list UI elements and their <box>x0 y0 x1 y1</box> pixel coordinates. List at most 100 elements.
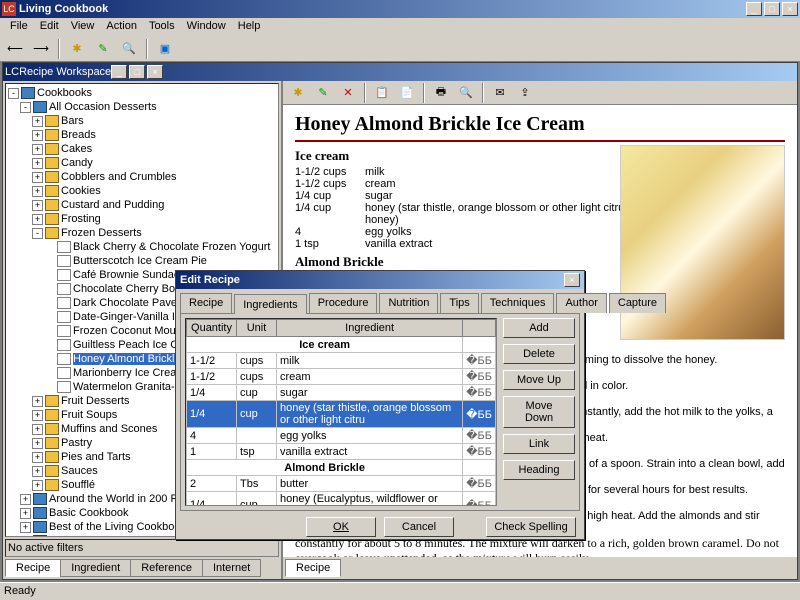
menu-tools[interactable]: Tools <box>143 18 181 36</box>
left-tab-reference[interactable]: Reference <box>130 559 203 577</box>
r-paste-icon[interactable]: 📄 <box>396 82 418 104</box>
dialog-titlebar[interactable]: Edit Recipe × <box>176 271 584 289</box>
ws-minimize-button[interactable]: _ <box>111 65 127 79</box>
workspace-titlebar: LC Recipe Workspace _ □ × <box>3 63 797 81</box>
menu-action[interactable]: Action <box>100 18 143 36</box>
tree-item[interactable]: +Candy <box>8 156 276 170</box>
dlg-tab-capture[interactable]: Capture <box>609 293 666 313</box>
cancel-button[interactable]: Cancel <box>384 517 454 537</box>
tree-item[interactable]: +Custard and Pudding <box>8 198 276 212</box>
app-icon: LC <box>2 2 16 16</box>
dlg-tab-author[interactable]: Author <box>556 293 606 313</box>
link-icon[interactable]: �ББ <box>463 401 496 428</box>
ok-button[interactable]: OK <box>306 517 376 537</box>
grid-row[interactable]: 1/4cuphoney (star thistle, orange blosso… <box>187 401 496 428</box>
link-icon[interactable] <box>463 337 496 353</box>
link-icon[interactable]: �ББ <box>463 369 496 385</box>
menu-file[interactable]: File <box>4 18 34 36</box>
r-email-icon[interactable]: ✉ <box>489 82 511 104</box>
maximize-button[interactable]: □ <box>764 2 780 16</box>
new-recipe-button[interactable]: ✱ <box>66 38 88 60</box>
r-copy-icon[interactable]: 📋 <box>371 82 393 104</box>
r-delete-icon[interactable]: ✕ <box>337 82 359 104</box>
grid-row[interactable]: Ice cream <box>187 337 496 353</box>
move-up-button[interactable]: Move Up <box>503 370 575 390</box>
dialog-side-buttons: Add Delete Move Up Move Down Link Heading <box>503 318 575 506</box>
tree-item[interactable]: Black Cherry & Chocolate Frozen Yogurt <box>8 240 276 254</box>
dlg-tab-nutrition[interactable]: Nutrition <box>379 293 438 313</box>
dlg-tab-procedure[interactable]: Procedure <box>309 293 378 313</box>
grid-row[interactable]: 2Tbsbutter�ББ <box>187 476 496 492</box>
link-button[interactable]: Link <box>503 434 575 454</box>
r-print-icon[interactable]: 🖶 <box>430 82 452 104</box>
check-spelling-button[interactable]: Check Spelling <box>486 517 576 537</box>
grid-row[interactable]: 1tspvanilla extract�ББ <box>187 444 496 460</box>
statusbar: Ready <box>0 582 800 600</box>
link-icon[interactable]: �ББ <box>463 492 496 507</box>
save-button[interactable]: ✎ <box>92 38 114 60</box>
forward-button[interactable]: ⟶ <box>30 38 52 60</box>
delete-button[interactable]: Delete <box>503 344 575 364</box>
move-down-button[interactable]: Move Down <box>503 396 575 428</box>
link-icon[interactable]: �ББ <box>463 444 496 460</box>
heading-button[interactable]: Heading <box>503 460 575 480</box>
recipe-toolbar: ✱ ✎ ✕ 📋 📄 🖶 🔍 ✉ ⇪ <box>283 81 797 105</box>
dialog-tabs: RecipeIngredientsProcedureNutritionTipsT… <box>176 289 584 313</box>
grid-row[interactable]: 1/4cuphoney (Eucalyptus, wildflower or o… <box>187 492 496 507</box>
minimize-button[interactable]: _ <box>746 2 762 16</box>
props-button[interactable]: ▣ <box>154 38 176 60</box>
tree-item[interactable]: +Cakes <box>8 142 276 156</box>
link-icon[interactable] <box>463 460 496 476</box>
grid-row[interactable]: 1-1/2cupscream�ББ <box>187 369 496 385</box>
tree-item[interactable]: +Frosting <box>8 212 276 226</box>
ws-close-button[interactable]: × <box>147 65 163 79</box>
ws-maximize-button[interactable]: □ <box>129 65 145 79</box>
menu-view[interactable]: View <box>65 18 101 36</box>
workspace-icon: LC <box>5 66 19 78</box>
tree-item[interactable]: +Cookies <box>8 184 276 198</box>
close-button[interactable]: × <box>782 2 798 16</box>
right-tab-recipe[interactable]: Recipe <box>285 559 341 577</box>
left-tab-recipe[interactable]: Recipe <box>5 559 61 577</box>
dlg-tab-tips[interactable]: Tips <box>440 293 478 313</box>
menu-window[interactable]: Window <box>181 18 232 36</box>
r-new-icon[interactable]: ✱ <box>287 82 309 104</box>
left-tab-ingredient[interactable]: Ingredient <box>60 559 131 577</box>
tree-item[interactable]: -Frozen Desserts <box>8 226 276 240</box>
dialog-close-button[interactable]: × <box>564 273 580 287</box>
tree-item[interactable]: +Cobblers and Crumbles <box>8 170 276 184</box>
grid-row[interactable]: Almond Brickle <box>187 460 496 476</box>
grid-row[interactable]: 4egg yolks�ББ <box>187 428 496 444</box>
ingredients-grid: QuantityUnitIngredientIce cream1-1/2cups… <box>186 319 496 506</box>
r-export-icon[interactable]: ⇪ <box>514 82 536 104</box>
back-button[interactable]: ⟵ <box>4 38 26 60</box>
app-title: Living Cookbook <box>19 3 746 15</box>
link-icon[interactable]: �ББ <box>463 476 496 492</box>
ingredients-grid-wrap[interactable]: QuantityUnitIngredientIce cream1-1/2cups… <box>185 318 497 506</box>
tree-item[interactable]: +Breads <box>8 128 276 142</box>
tree-item[interactable]: Butterscotch Ice Cream Pie <box>8 254 276 268</box>
right-tabs: Recipe <box>283 557 797 579</box>
link-icon[interactable]: �ББ <box>463 428 496 444</box>
add-button[interactable]: Add <box>503 318 575 338</box>
workspace-title: Recipe Workspace <box>19 66 111 78</box>
tree-root[interactable]: -Cookbooks <box>8 86 276 100</box>
tree-item[interactable]: -All Occasion Desserts <box>8 100 276 114</box>
dialog-title: Edit Recipe <box>180 274 564 286</box>
left-tab-internet[interactable]: Internet <box>202 559 261 577</box>
link-icon[interactable]: �ББ <box>463 385 496 401</box>
r-edit-icon[interactable]: ✎ <box>312 82 334 104</box>
grid-row[interactable]: 1/4cupsugar�ББ <box>187 385 496 401</box>
r-preview-icon[interactable]: 🔍 <box>455 82 477 104</box>
find-button[interactable]: 🔍 <box>118 38 140 60</box>
menu-help[interactable]: Help <box>232 18 267 36</box>
dlg-tab-ingredients[interactable]: Ingredients <box>234 294 306 314</box>
dlg-tab-recipe[interactable]: Recipe <box>180 293 232 313</box>
main-menubar: FileEditViewActionToolsWindowHelp <box>0 18 800 36</box>
grid-row[interactable]: 1-1/2cupsmilk�ББ <box>187 353 496 369</box>
dlg-tab-techniques[interactable]: Techniques <box>481 293 555 313</box>
left-tabs: RecipeIngredientReferenceInternet <box>3 557 281 579</box>
menu-edit[interactable]: Edit <box>34 18 65 36</box>
tree-item[interactable]: +Bars <box>8 114 276 128</box>
link-icon[interactable]: �ББ <box>463 353 496 369</box>
